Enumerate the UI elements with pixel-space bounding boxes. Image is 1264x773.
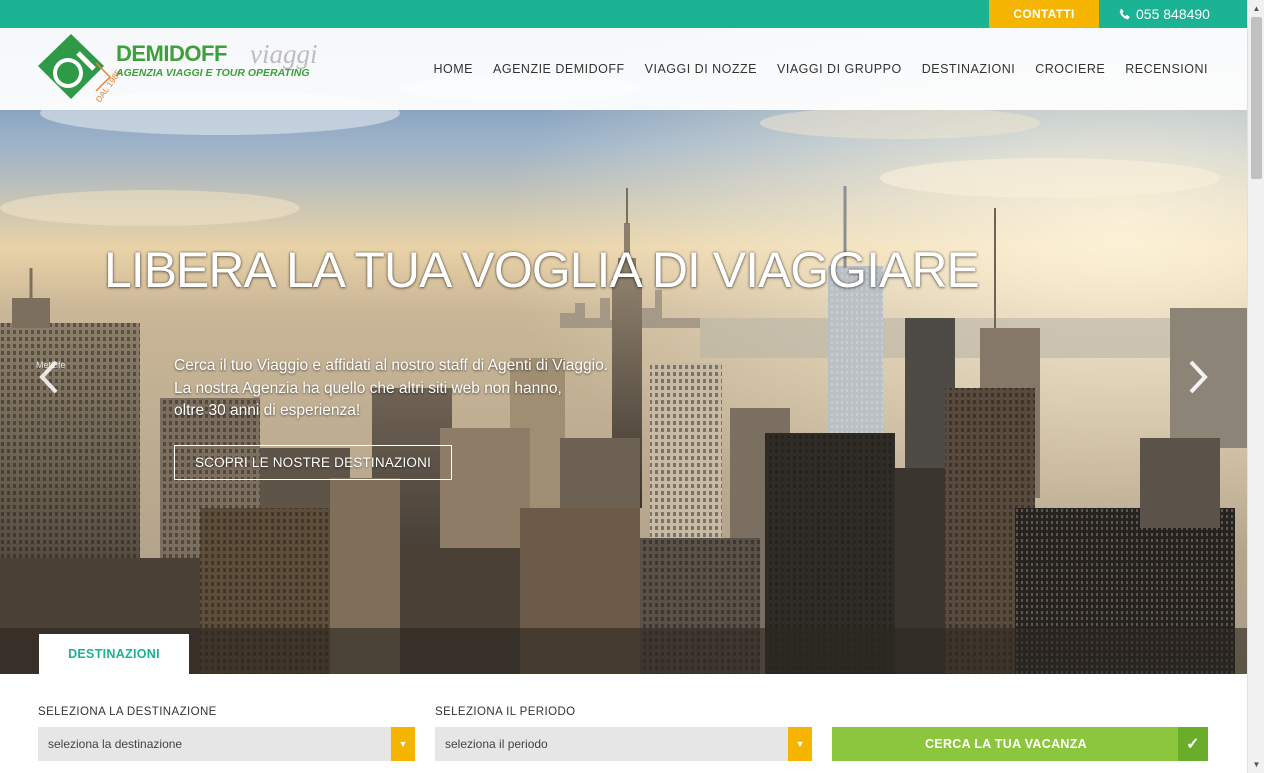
scrollbar[interactable]: ▲ ▼ bbox=[1247, 0, 1264, 773]
chevron-left-icon[interactable] bbox=[34, 358, 62, 396]
nav-agenzie[interactable]: AGENZIE DEMIDOFF bbox=[493, 62, 625, 76]
tab-destinazioni[interactable]: DESTINAZIONI bbox=[39, 634, 189, 674]
phone-icon bbox=[1119, 8, 1130, 19]
nav-viaggi-nozze[interactable]: VIAGGI DI NOZZE bbox=[645, 62, 757, 76]
main-nav: HOME AGENZIE DEMIDOFF VIAGGI DI NOZZE VI… bbox=[434, 28, 1208, 110]
hero-text-line: Cerca il tuo Viaggio e affidati al nostr… bbox=[174, 357, 608, 374]
logo-brand: DEMIDOFF bbox=[116, 41, 227, 66]
hero-text-line: oltre 30 anni di esperienza! bbox=[174, 402, 361, 419]
hero-description: Cerca il tuo Viaggio e affidati al nostr… bbox=[174, 355, 644, 423]
destination-select[interactable]: seleziona la destinazione ▼ bbox=[38, 727, 415, 761]
logo-script: viaggi bbox=[250, 39, 318, 69]
period-value: seleziona il periodo bbox=[445, 737, 548, 751]
hero-title: LIBERA LA TUA VOGLIA DI VIAGGIARE bbox=[104, 242, 980, 298]
phone-number: 055 848490 bbox=[1136, 6, 1210, 22]
logo[interactable]: DAL 1985 DEMIDOFF viaggi AGENZIA VIAGGI … bbox=[38, 33, 348, 105]
scroll-up-icon[interactable]: ▲ bbox=[1248, 0, 1264, 17]
discover-destinations-button[interactable]: SCOPRI LE NOSTRE DESTINAZIONI bbox=[174, 445, 452, 480]
chevron-down-icon[interactable]: ▼ bbox=[788, 727, 812, 761]
search-vacation-button[interactable]: CERCA LA TUA VACANZA ✓ bbox=[832, 727, 1208, 761]
nav-viaggi-gruppo[interactable]: VIAGGI DI GRUPPO bbox=[777, 62, 902, 76]
nav-recensioni[interactable]: RECENSIONI bbox=[1125, 62, 1208, 76]
nav-destinazioni[interactable]: DESTINAZIONI bbox=[922, 62, 1016, 76]
period-select[interactable]: seleziona il periodo ▼ bbox=[435, 727, 812, 761]
top-bar: CONTATTI 055 848490 bbox=[0, 0, 1247, 28]
logo-tagline: AGENZIA VIAGGI E TOUR OPERATING bbox=[115, 67, 310, 79]
period-label: SELEZIONA IL PERIODO bbox=[435, 706, 576, 718]
phone-link[interactable]: 055 848490 bbox=[1118, 0, 1210, 28]
chevron-down-icon[interactable]: ▼ bbox=[391, 727, 415, 761]
hero-city-image bbox=[0, 28, 1247, 674]
hero-text-line: La nostra Agenzia ha quello che altri si… bbox=[174, 379, 562, 397]
nav-home[interactable]: HOME bbox=[434, 62, 474, 76]
nav-crociere[interactable]: CROCIERE bbox=[1035, 62, 1105, 76]
hero-slider: LIBERA LA TUA VOGLIA DI VIAGGIARE MetLif… bbox=[0, 28, 1247, 674]
site-header: DAL 1985 DEMIDOFF viaggi AGENZIA VIAGGI … bbox=[0, 28, 1247, 110]
search-button-label: CERCA LA TUA VACANZA bbox=[924, 737, 1087, 751]
chevron-right-icon[interactable] bbox=[1185, 358, 1213, 396]
page: CONTATTI 055 848490 LIBERA LA TUA VOGLIA… bbox=[0, 0, 1264, 773]
contact-button[interactable]: CONTATTI bbox=[989, 0, 1099, 28]
destination-label: SELEZIONA LA DESTINAZIONE bbox=[38, 706, 217, 718]
scroll-down-icon[interactable]: ▼ bbox=[1248, 756, 1264, 773]
destination-value: seleziona la destinazione bbox=[48, 737, 183, 751]
scrollbar-thumb[interactable] bbox=[1251, 17, 1262, 179]
checkmark-icon: ✓ bbox=[1178, 727, 1208, 761]
